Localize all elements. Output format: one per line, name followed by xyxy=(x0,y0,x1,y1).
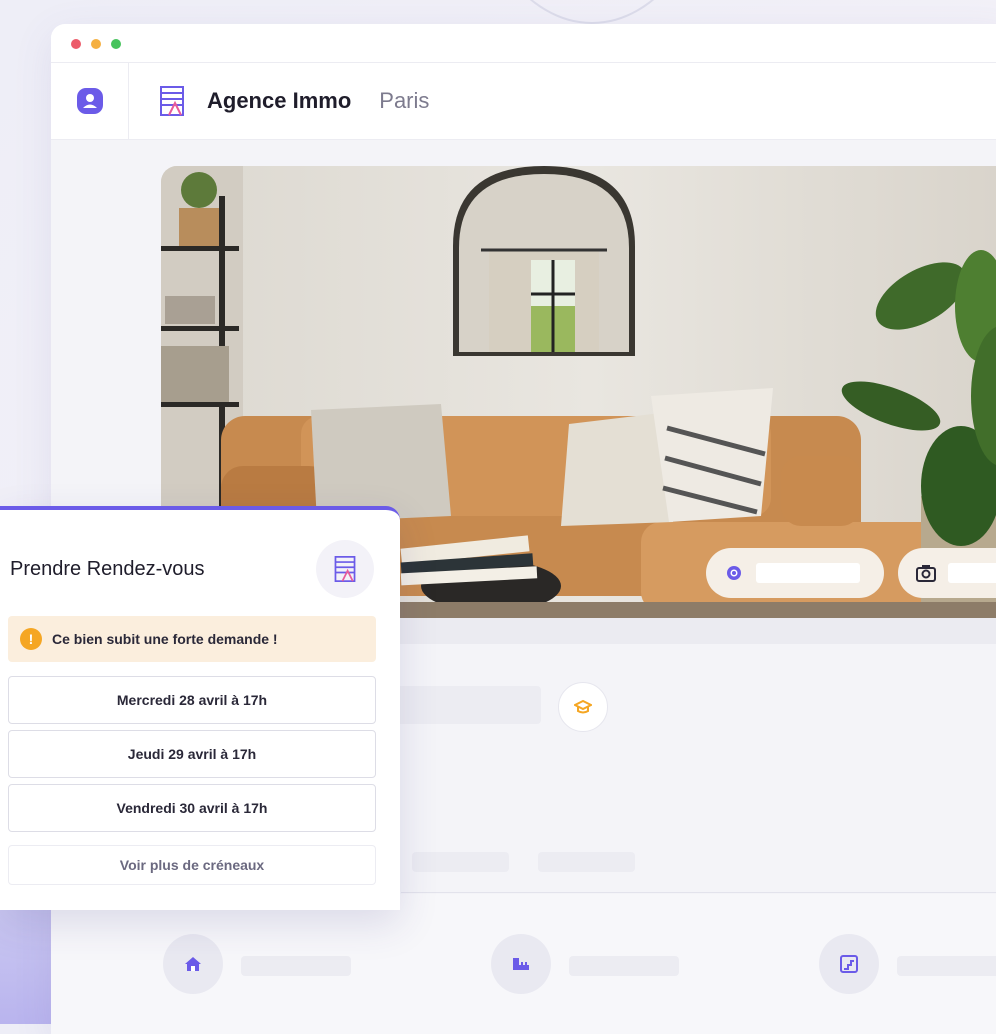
more-slots-button[interactable]: Voir plus de créneaux xyxy=(8,845,376,885)
detail-placeholder-2 xyxy=(538,852,635,872)
view-pill-label-placeholder xyxy=(756,563,860,583)
feature-surface xyxy=(491,934,551,994)
feature-floor xyxy=(819,934,879,994)
slot-button-2[interactable]: Jeudi 29 avril à 17h xyxy=(8,730,376,778)
minimize-window-dot[interactable] xyxy=(91,39,101,49)
building-icon xyxy=(157,86,187,116)
feature-home xyxy=(163,934,223,994)
tape-measure-icon xyxy=(513,958,529,970)
feature-surface-placeholder xyxy=(569,956,679,976)
building-icon xyxy=(334,556,356,582)
view-pill[interactable] xyxy=(706,548,884,598)
slot-button-1[interactable]: Mercredi 28 avril à 17h xyxy=(8,676,376,724)
app-header: Agence Immo Paris xyxy=(51,63,996,140)
city-label: Paris xyxy=(379,88,430,113)
close-window-dot[interactable] xyxy=(71,39,81,49)
window-titlebar xyxy=(51,24,996,63)
eye-icon xyxy=(726,565,742,581)
agency-logo xyxy=(316,540,374,598)
stairs-icon xyxy=(840,955,858,973)
photos-pill[interactable] xyxy=(898,548,996,598)
alert-text: Ce bien subit une forte demande ! xyxy=(52,631,278,647)
feature-home-placeholder xyxy=(241,956,351,976)
booking-card: Prendre Rendez-vous ! Ce bien subit une … xyxy=(0,506,400,910)
maximize-window-dot[interactable] xyxy=(111,39,121,49)
graduation-cap-icon xyxy=(574,699,592,714)
feature-floor-placeholder xyxy=(897,956,996,976)
user-menu-button[interactable] xyxy=(51,63,129,139)
warning-icon: ! xyxy=(20,628,42,650)
photos-pill-label-placeholder xyxy=(948,563,996,583)
listing-title-placeholder xyxy=(381,686,541,724)
home-icon xyxy=(185,957,201,971)
content-divider xyxy=(401,892,996,893)
camera-icon xyxy=(916,564,936,582)
slot-button-3[interactable]: Vendredi 30 avril à 17h xyxy=(8,784,376,832)
high-demand-alert: ! Ce bien subit une forte demande ! xyxy=(8,616,376,662)
schools-button[interactable] xyxy=(558,682,608,732)
detail-placeholder-1 xyxy=(412,852,509,872)
background-arc xyxy=(470,0,714,24)
booking-title: Prendre Rendez-vous xyxy=(10,558,205,580)
user-badge-icon xyxy=(76,88,103,114)
app-name: Agence Immo xyxy=(207,88,352,113)
